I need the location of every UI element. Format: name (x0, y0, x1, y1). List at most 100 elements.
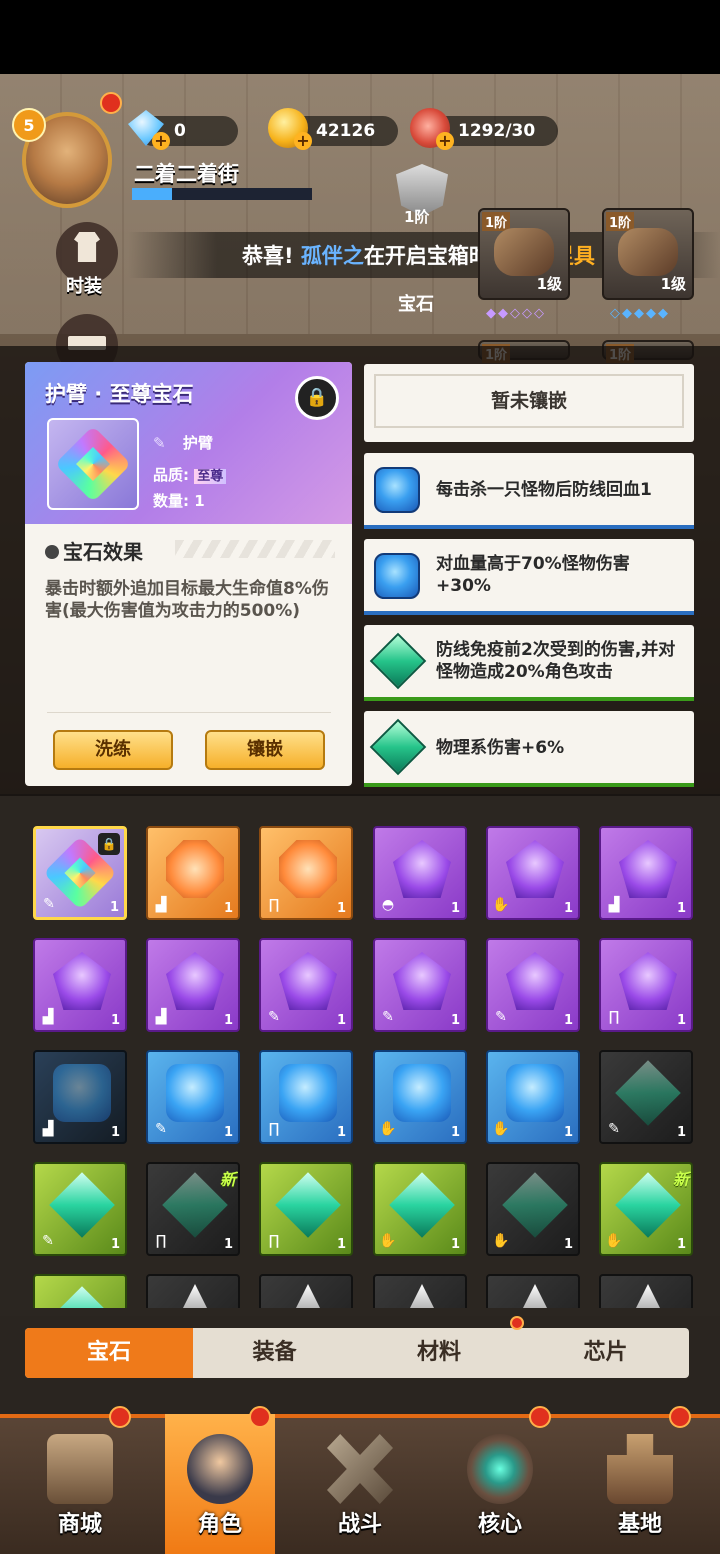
tab-chips[interactable]: 芯片 (522, 1328, 689, 1378)
glove-slot-icon: ✋ (379, 1233, 397, 1249)
inventory-cell[interactable]: ✋ 1 (486, 826, 580, 920)
nav-shop[interactable]: 商城 (25, 1406, 135, 1554)
inventory-cell[interactable]: ∏ 1 (259, 1162, 353, 1256)
inventory-cell[interactable]: ✎ 1 (146, 1050, 240, 1144)
meat-resource[interactable]: + 1292/30 (410, 108, 558, 150)
inventory-cell[interactable]: ✎ 1 (373, 938, 467, 1032)
nav-label: 战斗 (337, 1512, 382, 1537)
diamond-resource[interactable]: + 0 (128, 110, 238, 150)
inventory-cell[interactable]: ▟ 1 (33, 938, 127, 1032)
arm-slot-icon: ✎ (608, 1121, 620, 1137)
announcement-player: 孤伴之 (300, 244, 364, 268)
quality-value: 至尊 (194, 469, 227, 484)
inventory-cell[interactable]: ∏ 1 (259, 1050, 353, 1144)
effect-heading: 宝石效果 (45, 536, 143, 565)
inventory-cell[interactable] (373, 1274, 467, 1308)
socket-accent (364, 697, 694, 701)
lock-icon[interactable]: 🔒 (295, 376, 339, 420)
boot-slot-icon: ▟ (42, 1009, 54, 1025)
inventory-cell[interactable] (599, 1274, 693, 1308)
add-coin-icon[interactable]: + (294, 132, 312, 150)
boot-slot-icon: ▟ (155, 897, 167, 913)
gauntlet-icon (618, 228, 678, 276)
shop-icon (47, 1434, 113, 1504)
item-count: 1 (336, 1013, 346, 1028)
socket-empty[interactable]: 暂未镶嵌 (364, 364, 694, 442)
inventory-cell[interactable] (146, 1274, 240, 1308)
inventory-cell[interactable]: ✎ 1 (599, 1050, 693, 1144)
tab-materials[interactable]: 材料 (356, 1328, 522, 1378)
divider (47, 712, 331, 713)
blue-gem-icon (374, 467, 420, 513)
inventory-cell[interactable]: ✎ 1 (33, 1162, 127, 1256)
socket-item[interactable]: 防线免疫前2次受到的伤害,并对怪物造成20%角色攻击 (364, 625, 694, 701)
equip-level: 1级 (536, 275, 562, 293)
arm-slot-icon: ✎ (42, 1233, 54, 1249)
refine-button[interactable]: 洗练 (53, 730, 173, 770)
inventory-cell[interactable] (486, 1274, 580, 1308)
nav-base[interactable]: 基地 (585, 1406, 695, 1554)
inventory-cell[interactable]: ∏ 1 (599, 938, 693, 1032)
costume-label: 时装 (66, 276, 102, 297)
inventory-cell[interactable]: ✋ 1 (373, 1162, 467, 1256)
item-count: 1 (336, 1237, 346, 1252)
inventory-cell[interactable]: ✋ 1 (486, 1162, 580, 1256)
inventory-cell[interactable]: ✋ 1 (486, 1050, 580, 1144)
inventory-cell[interactable]: ▟ 1 (146, 938, 240, 1032)
gem-button[interactable]: 宝石 (398, 290, 434, 316)
inventory-cell[interactable]: ✎ 1 🔒 (33, 826, 127, 920)
add-diamond-icon[interactable]: + (152, 132, 170, 150)
purple-gem-icon (506, 952, 564, 1010)
inventory-cell[interactable]: ✎ 1 (486, 938, 580, 1032)
inventory-cell[interactable]: ∏ 1 (259, 826, 353, 920)
pants-slot-icon: ∏ (155, 1233, 167, 1249)
equip-slot-1[interactable]: 1阶 1级 (478, 208, 570, 300)
add-meat-icon[interactable]: + (436, 132, 454, 150)
inventory-cell[interactable]: ✋ 1 (373, 1050, 467, 1144)
pants-slot-icon: ∏ (268, 897, 280, 913)
purple-gem-icon (393, 840, 451, 898)
purple-gem-icon (619, 840, 677, 898)
inventory-cell[interactable]: ▟ 1 (33, 1050, 127, 1144)
notification-dot (100, 92, 122, 114)
nav-battle[interactable]: 战斗 (305, 1414, 415, 1554)
socket-accent (364, 525, 694, 529)
new-badge: 新 (672, 1170, 689, 1189)
inlay-button[interactable]: 镶嵌 (205, 730, 325, 770)
item-count: 1 (676, 901, 686, 916)
notification-dot (510, 1316, 524, 1330)
inventory-cell[interactable]: ✎ 1 (259, 938, 353, 1032)
inventory-cell[interactable]: ✋ 1 新 (599, 1162, 693, 1256)
socket-empty-label: 暂未镶嵌 (374, 374, 684, 428)
socket-item[interactable]: 每击杀一只怪物后防线回血1 (364, 453, 694, 529)
socket-item[interactable]: 对血量高于70%怪物伤害+30% (364, 539, 694, 615)
inventory-cell[interactable]: ▟ 1 (146, 826, 240, 920)
inventory-cell[interactable]: ▟ 1 (599, 826, 693, 920)
socket-text: 每击杀一只怪物后防线回血1 (436, 480, 652, 500)
equip-slot-2[interactable]: 1阶 1级 (602, 208, 694, 300)
boot-slot-icon: ▟ (42, 1121, 54, 1137)
item-count: 1 (110, 1013, 120, 1028)
inventory-cell[interactable] (259, 1274, 353, 1308)
coin-resource[interactable]: + 42126 (268, 108, 398, 150)
nav-character[interactable]: 角色 (165, 1406, 275, 1554)
green-gem-icon (275, 1172, 341, 1238)
item-count: 1 (223, 901, 233, 916)
pants-slot-icon: ∏ (268, 1233, 280, 1249)
effect-bullet-icon (45, 545, 59, 559)
socket-item[interactable]: 物理系伤害+6% (364, 711, 694, 787)
inventory-cell[interactable]: ◓ 1 (373, 826, 467, 920)
socket-text: 物理系伤害+6% (436, 738, 565, 758)
orange-gem-icon (166, 840, 224, 898)
gem-detail-title: 护臂 · 至尊宝石 (45, 382, 194, 406)
inventory-cell[interactable]: ∏ 1 新 (146, 1162, 240, 1256)
tab-gems[interactable]: 宝石 (25, 1328, 193, 1378)
green-gem-icon (162, 1172, 228, 1238)
slot-type-row: ✎ 护臂 (153, 432, 213, 453)
inventory-cell[interactable] (33, 1274, 127, 1308)
socket-text: 对血量高于70%怪物伤害+30% (436, 554, 630, 596)
nav-core[interactable]: 核心 (445, 1406, 555, 1554)
tab-equipment[interactable]: 装备 (193, 1328, 356, 1378)
socket-accent (364, 611, 694, 615)
equip-tier: 1阶 (606, 212, 635, 231)
